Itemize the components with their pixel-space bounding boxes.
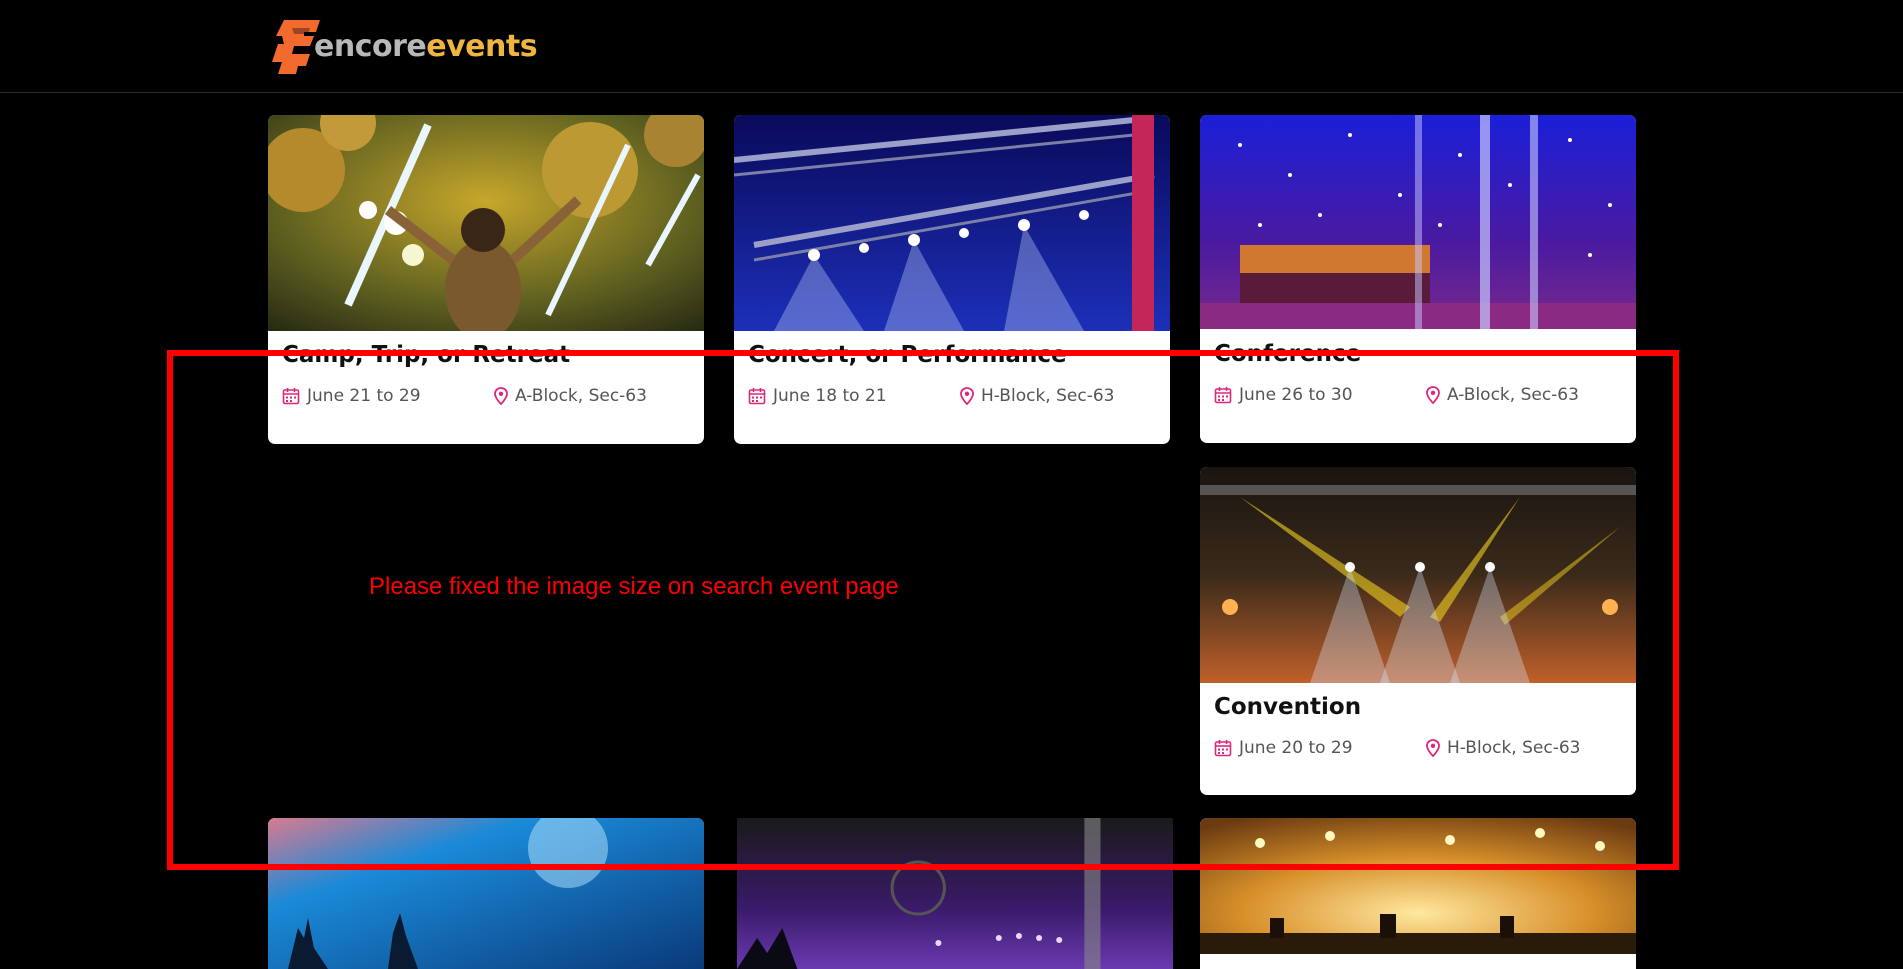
event-date: June 20 to 29 xyxy=(1214,738,1353,758)
event-card[interactable] xyxy=(737,818,1173,969)
event-image xyxy=(737,818,1173,969)
event-image xyxy=(268,115,704,331)
event-meta: June 18 to 21 H-Block, Sec-63 xyxy=(748,386,1158,410)
event-location: A-Block, Sec-63 xyxy=(1426,385,1579,405)
map-pin-icon xyxy=(1426,739,1440,757)
logo-word-events: events xyxy=(426,29,538,64)
event-title[interactable]: Conference xyxy=(1214,341,1361,367)
event-card[interactable]: Camp, Trip, or Retreat June 21 to 29 A-B… xyxy=(268,115,704,444)
event-date-text: June 18 to 21 xyxy=(773,386,887,406)
encore-events-logo[interactable]: encoreevents xyxy=(270,16,538,78)
event-card[interactable]: Concert, or Performance June 18 to 21 H-… xyxy=(734,115,1170,444)
logo-word-encore: encore xyxy=(314,29,427,64)
map-pin-icon xyxy=(494,387,508,405)
event-location-text: H-Block, Sec-63 xyxy=(981,386,1115,406)
event-meta: June 21 to 29 A-Block, Sec-63 xyxy=(282,386,692,410)
event-card[interactable]: Conference June 26 to 30 A-Block, Sec-63 xyxy=(1200,115,1636,443)
event-location: A-Block, Sec-63 xyxy=(494,386,647,406)
event-location: H-Block, Sec-63 xyxy=(1426,738,1580,758)
event-image xyxy=(1200,467,1636,683)
event-location-text: A-Block, Sec-63 xyxy=(515,386,647,406)
event-image xyxy=(734,115,1170,331)
event-date-text: June 20 to 29 xyxy=(1239,738,1353,758)
event-card[interactable]: Convention June 20 to 29 H-Block, Sec-63 xyxy=(1200,467,1636,795)
map-pin-icon xyxy=(960,387,974,405)
event-location: H-Block, Sec-63 xyxy=(960,386,1114,406)
event-image xyxy=(1200,115,1636,329)
calendar-icon xyxy=(1214,387,1232,404)
event-image xyxy=(1200,818,1636,954)
event-date: June 21 to 29 xyxy=(282,386,421,406)
event-meta: June 26 to 30 A-Block, Sec-63 xyxy=(1214,385,1624,409)
calendar-icon xyxy=(748,388,766,405)
event-image xyxy=(268,818,704,969)
event-date: June 26 to 30 xyxy=(1214,385,1353,405)
map-pin-icon xyxy=(1426,386,1440,404)
event-card[interactable] xyxy=(1200,818,1636,969)
event-date-text: June 26 to 30 xyxy=(1239,385,1353,405)
event-card[interactable] xyxy=(268,818,704,969)
event-location-text: H-Block, Sec-63 xyxy=(1447,738,1581,758)
calendar-icon xyxy=(1214,740,1232,757)
event-meta: June 20 to 29 H-Block, Sec-63 xyxy=(1214,738,1624,762)
event-date: June 18 to 21 xyxy=(748,386,887,406)
event-title[interactable]: Convention xyxy=(1214,694,1361,720)
logo-wordmark: encoreevents xyxy=(314,29,538,64)
event-title[interactable]: Camp, Trip, or Retreat xyxy=(282,342,570,368)
site-header: encoreevents xyxy=(0,0,1903,93)
event-location-text: A-Block, Sec-63 xyxy=(1447,385,1579,405)
event-title[interactable]: Concert, or Performance xyxy=(748,342,1067,368)
annotation-note: Please fixed the image size on search ev… xyxy=(369,573,899,600)
event-date-text: June 21 to 29 xyxy=(307,386,421,406)
calendar-icon xyxy=(282,388,300,405)
